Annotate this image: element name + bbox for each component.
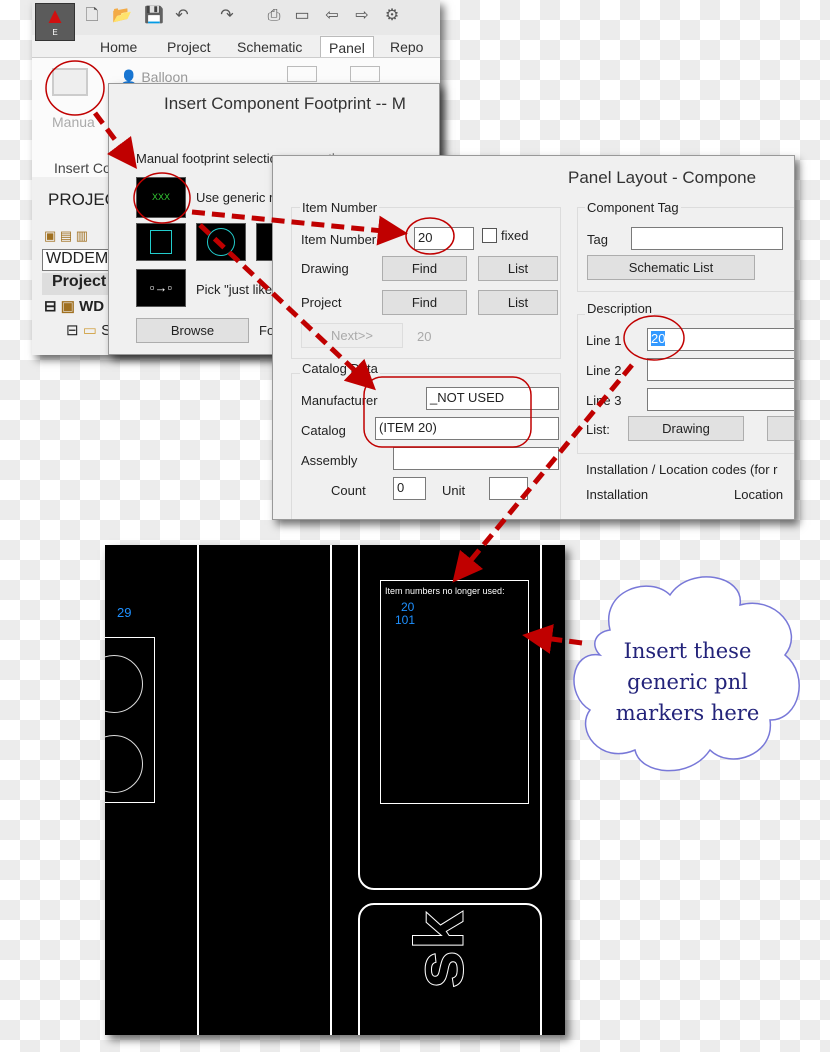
arrow-line1-to-cad: [452, 363, 634, 583]
highlight-box-catalog: [363, 376, 532, 448]
arrow-generic-to-catalog: [198, 223, 376, 391]
highlight-circle-line1: [623, 315, 685, 361]
annotation-overlay: [45, 60, 685, 654]
arrow-callout-to-box: [522, 624, 583, 654]
highlight-circle-manual: [45, 60, 105, 116]
highlight-circle-item-number: [405, 217, 455, 255]
highlight-circle-generic: [133, 172, 191, 224]
arrow-generic-to-item-number: [191, 209, 408, 246]
arrow-manual-to-generic: [93, 111, 137, 169]
